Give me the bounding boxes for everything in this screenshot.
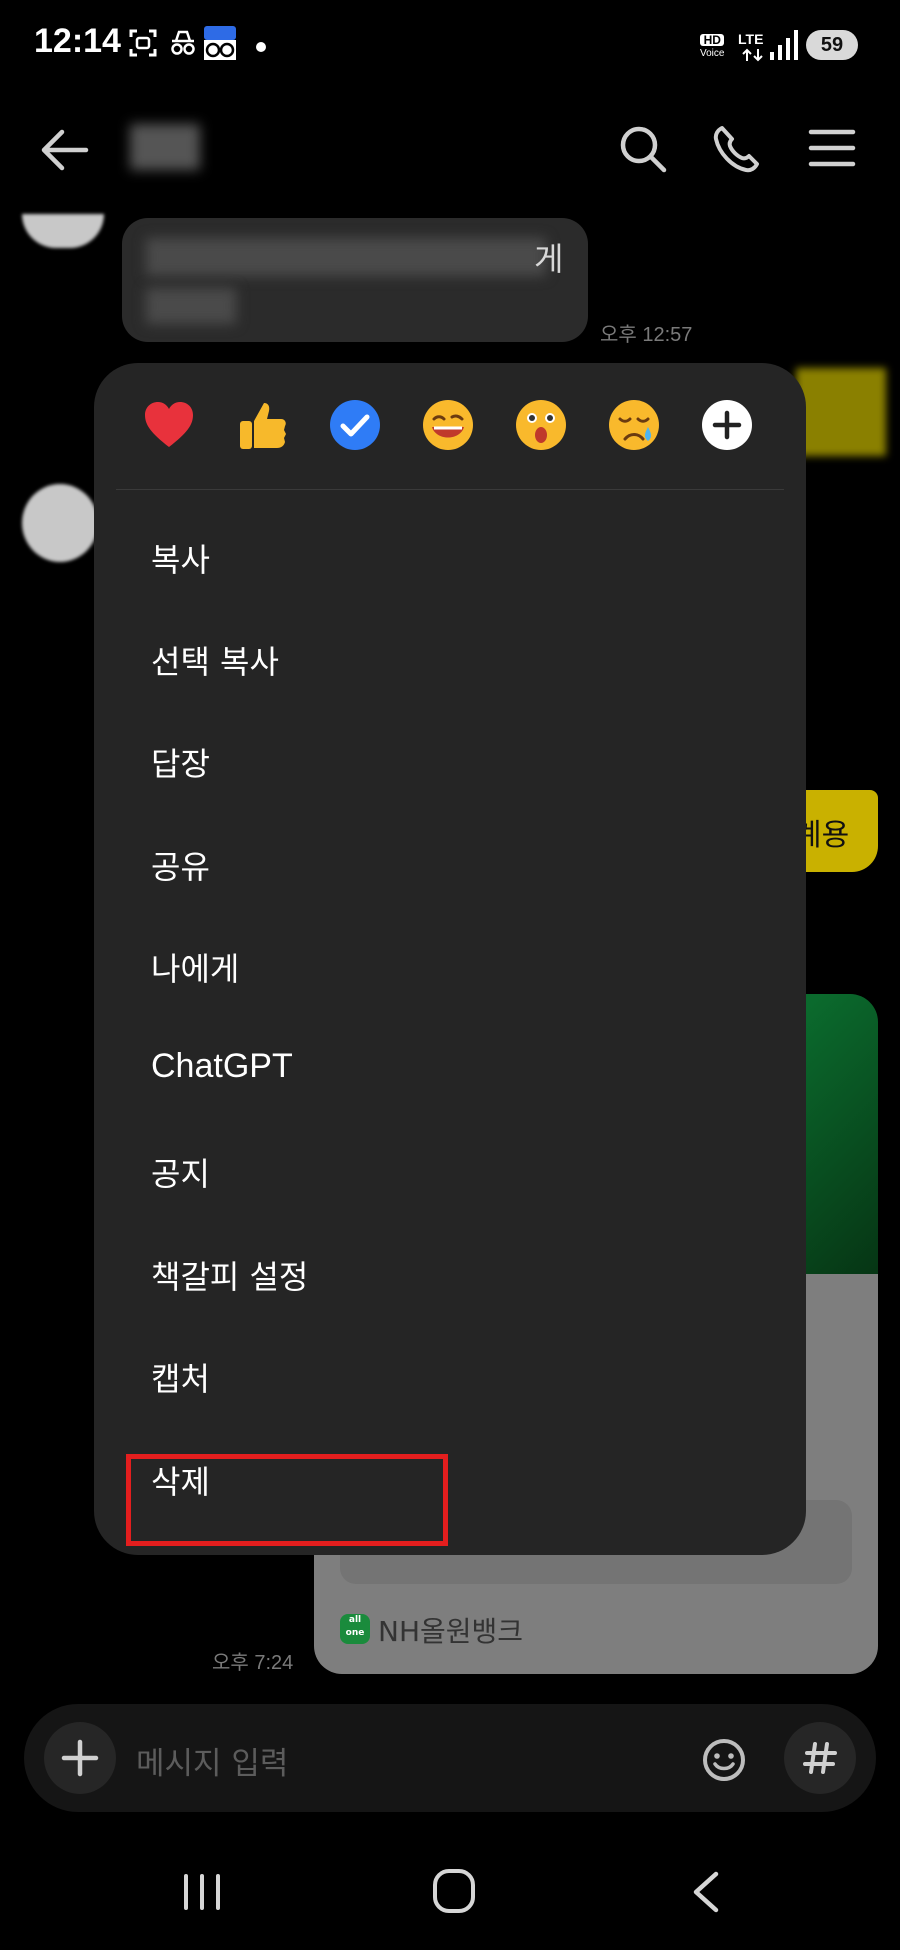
signal-icon [770,30,798,60]
nh-logo-icon: all one [340,1614,370,1644]
add-reaction-icon[interactable] [699,397,755,453]
message-text-fragment: 게 [534,240,564,278]
chat-room-title [130,124,200,170]
blurred-message-text-line2 [146,288,236,324]
hashtag-button[interactable] [784,1722,856,1794]
check-reaction-icon[interactable] [327,397,383,453]
message-timestamp-bottom: 오후 7:24 [212,1652,294,1674]
voice-label: Voice [700,48,725,59]
heart-reaction-icon[interactable] [141,397,197,453]
message-context-menu: 복사 선택 복사 답장 공유 나에게 ChatGPT 공지 책갈피 설정 캡처 … [94,363,806,1555]
hashtag-icon [803,1742,837,1774]
astonished-face-reaction-icon[interactable] [513,397,569,453]
app-notification-icon [204,26,236,60]
sender-avatar[interactable] [22,484,98,562]
menu-item-notice[interactable]: 공지 [151,1149,210,1195]
back-nav-icon[interactable] [690,1870,722,1914]
blurred-message-text [146,238,546,276]
menu-item-to-me[interactable]: 나에게 [151,944,239,990]
menu-item-capture[interactable]: 캡처 [151,1354,210,1400]
menu-item-bookmark[interactable]: 책갈피 설정 [151,1252,308,1298]
home-icon[interactable] [432,1868,476,1914]
menu-item-select-copy[interactable]: 선택 복사 [151,637,279,683]
link-card-brand: NH올원뱅크 [378,1615,524,1648]
delete-highlight-box [126,1454,448,1546]
status-time: 12:14 [34,22,121,60]
grinning-face-reaction-icon[interactable] [420,397,476,453]
phone-icon[interactable] [712,124,762,174]
menu-divider [116,489,784,490]
back-arrow-icon[interactable] [40,128,90,172]
emoji-icon[interactable] [702,1738,746,1782]
menu-icon[interactable] [808,128,856,168]
notification-dot [256,42,266,52]
reaction-bar [94,397,806,477]
sender-avatar[interactable] [22,214,104,248]
hd-voice-badge: HD Voice [700,34,725,60]
lte-arrows-icon [742,48,763,62]
nh-logo-text: all one [345,1615,365,1638]
incognito-icon [171,30,195,55]
menu-item-share[interactable]: 공유 [151,842,210,888]
attach-button[interactable] [44,1722,116,1794]
message-input[interactable]: 메시지 입력 [136,1738,288,1783]
menu-item-reply[interactable]: 답장 [151,739,210,785]
search-icon[interactable] [618,124,668,174]
recent-apps-icon[interactable] [182,1872,222,1912]
thumbs-up-reaction-icon[interactable] [234,397,290,453]
lte-label: LTE [738,31,764,47]
outgoing-bubble-partial[interactable] [796,368,886,456]
hd-label: HD [700,34,725,46]
menu-item-copy[interactable]: 복사 [151,535,210,581]
plus-icon [61,1739,99,1777]
message-timestamp: 오후 12:57 [600,324,693,346]
crying-face-reaction-icon[interactable] [606,397,662,453]
battery-indicator: 59 [806,30,858,60]
menu-item-chatgpt[interactable]: ChatGPT [151,1047,293,1086]
screenshot-icon [129,29,157,57]
